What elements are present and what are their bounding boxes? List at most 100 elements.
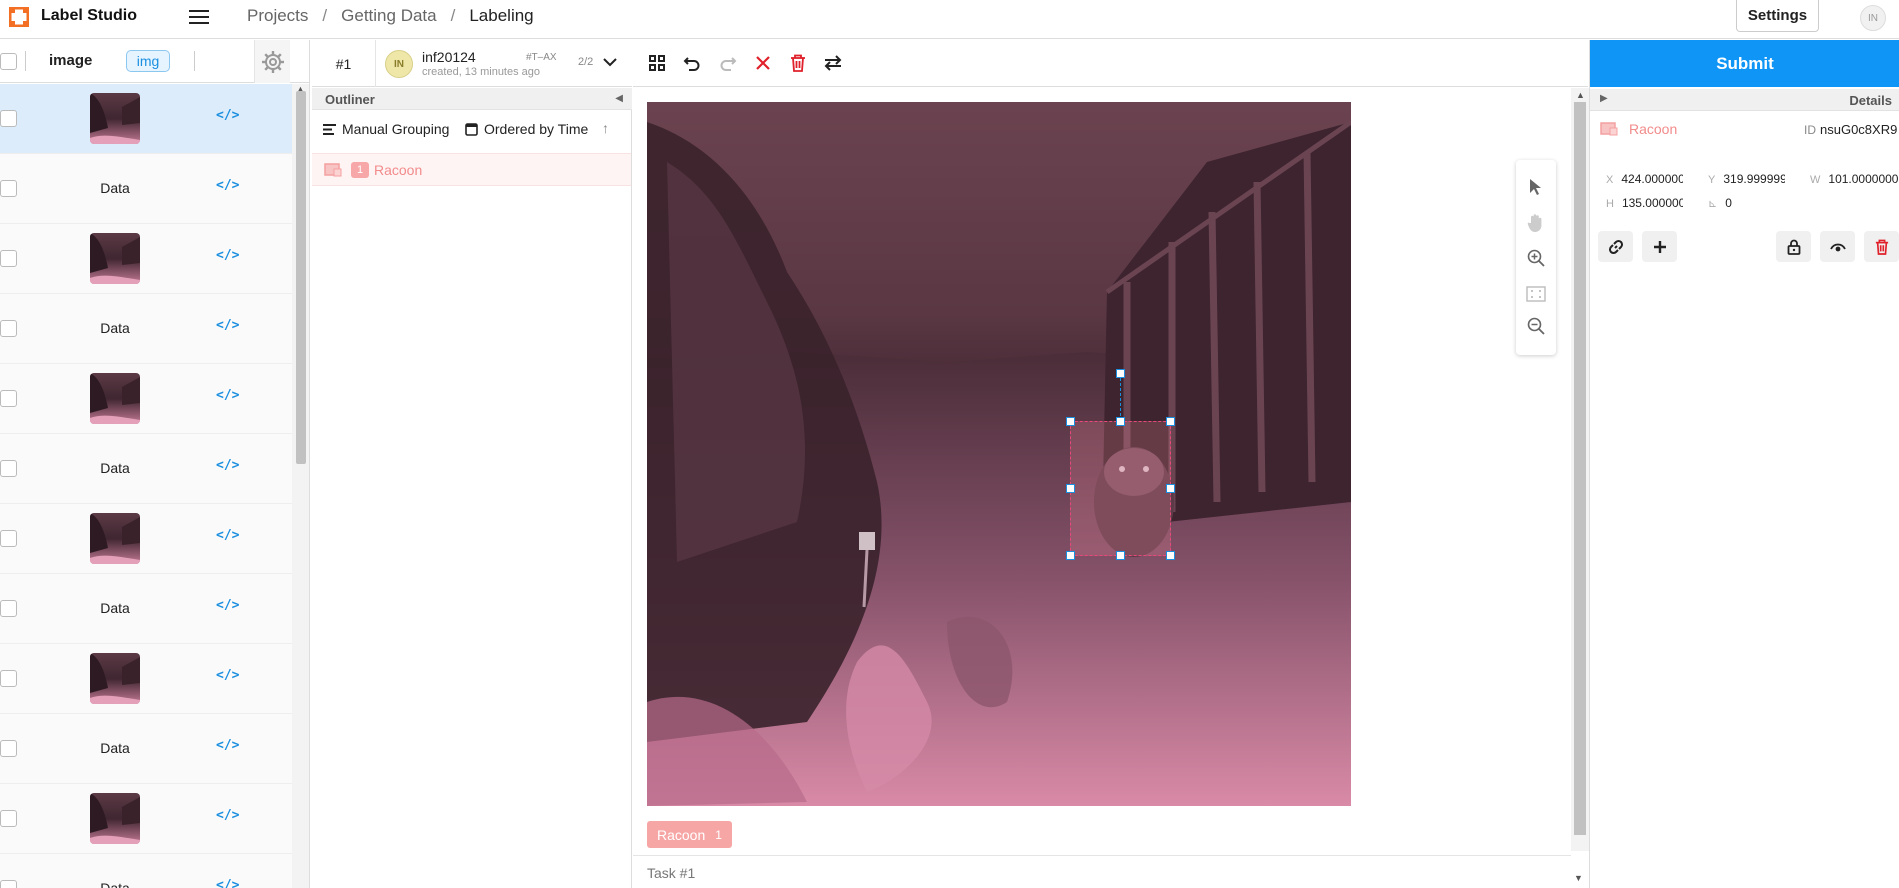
row-checkbox[interactable] [0, 740, 17, 757]
outliner-region-item[interactable]: 1 Racoon [312, 153, 631, 186]
row-checkbox[interactable] [0, 530, 17, 547]
column-settings-button[interactable] [254, 40, 290, 83]
ordering-label: Ordered by Time [484, 121, 589, 137]
label-studio-logo-icon[interactable] [9, 7, 29, 27]
scrollbar-thumb[interactable] [296, 91, 306, 464]
redo-icon[interactable] [717, 52, 739, 74]
racoon-bounding-box[interactable] [1070, 421, 1171, 556]
table-row[interactable]: </> [0, 784, 292, 854]
row-checkbox[interactable] [0, 250, 17, 267]
table-row[interactable]: Data </> [0, 154, 292, 224]
expand-icon[interactable]: ▶ [1600, 93, 1608, 104]
zoom-in-icon[interactable] [1526, 248, 1546, 268]
annotator-avatar: IN [385, 50, 413, 78]
coord-angle[interactable]: ⊾ 0 [1708, 196, 1785, 210]
table-row[interactable]: Data </> [0, 294, 292, 364]
row-checkbox[interactable] [0, 320, 17, 337]
coord-x-label: X [1606, 174, 1614, 186]
code-icon[interactable]: </> [216, 388, 239, 403]
code-icon[interactable]: </> [216, 178, 239, 193]
resize-handle[interactable] [1116, 551, 1125, 560]
resize-handle[interactable] [1166, 551, 1175, 560]
select-all-checkbox[interactable] [0, 53, 17, 70]
zoom-out-icon[interactable] [1526, 316, 1546, 336]
resize-handle[interactable] [1066, 551, 1075, 560]
swap-icon[interactable] [822, 52, 844, 74]
row-checkbox[interactable] [0, 670, 17, 687]
region-id: ID nsuG0c8XR9 [1804, 122, 1897, 137]
submit-button[interactable]: Submit [1590, 40, 1899, 87]
code-icon[interactable]: </> [216, 738, 239, 753]
table-row[interactable]: </> [0, 224, 292, 294]
code-icon[interactable]: </> [216, 248, 239, 263]
scrollbar-thumb[interactable] [1574, 102, 1586, 835]
app-title[interactable]: Label Studio [41, 7, 137, 25]
column-header-image[interactable]: image [49, 52, 92, 69]
coord-w[interactable]: W 101.000000000 [1810, 172, 1899, 186]
coord-h[interactable]: H 135.000000000 [1606, 196, 1683, 210]
lock-region-button[interactable] [1776, 231, 1811, 262]
table-row[interactable]: </> [0, 504, 292, 574]
table-row[interactable]: </> [0, 364, 292, 434]
row-checkbox[interactable] [0, 600, 17, 617]
task-label: Task #1 [647, 865, 696, 881]
resize-handle[interactable] [1166, 417, 1175, 426]
undo-icon[interactable] [681, 52, 703, 74]
code-icon[interactable]: </> [216, 598, 239, 613]
scroll-up-icon[interactable]: ▲ [1576, 90, 1585, 100]
breadcrumb-getting-data[interactable]: Getting Data [341, 6, 436, 26]
code-icon[interactable]: </> [216, 808, 239, 823]
zoom-to-fit-icon[interactable] [1526, 284, 1546, 304]
resize-handle[interactable] [1166, 484, 1175, 493]
table-row[interactable]: Data </> [0, 434, 292, 504]
breadcrumb-projects[interactable]: Projects [247, 6, 308, 26]
grid-icon[interactable] [646, 52, 668, 74]
table-row[interactable]: Data </> [0, 574, 292, 644]
code-icon[interactable]: </> [216, 878, 239, 888]
collapse-icon[interactable]: ◀ [615, 93, 623, 104]
resize-handle[interactable] [1116, 417, 1125, 426]
link-region-button[interactable] [1598, 231, 1633, 262]
sort-direction-icon[interactable]: ↑ [602, 120, 609, 136]
code-icon[interactable]: </> [216, 528, 239, 543]
canvas-scrollbar[interactable]: ▲ [1571, 88, 1589, 851]
row-checkbox[interactable] [0, 110, 17, 127]
hide-region-button[interactable] [1820, 231, 1855, 262]
scroll-down-icon[interactable]: ▼ [1574, 873, 1583, 883]
table-row[interactable]: </> [0, 84, 292, 154]
hand-icon[interactable] [1526, 213, 1546, 233]
delete-icon[interactable] [787, 52, 809, 74]
rotation-handle[interactable] [1116, 369, 1125, 378]
resize-handle[interactable] [1066, 417, 1075, 426]
racoon-label-chip[interactable]: Racoon 1 [647, 821, 732, 848]
coord-x[interactable]: X 424.000000000 [1606, 172, 1683, 186]
user-avatar[interactable]: IN [1860, 5, 1886, 31]
coord-y[interactable]: Y 319.999999999 [1708, 172, 1785, 186]
breadcrumb-separator: / [322, 6, 328, 25]
table-row[interactable]: Data </> [0, 854, 292, 888]
resize-handle[interactable] [1066, 484, 1075, 493]
task-image[interactable] [647, 102, 1351, 806]
data-list-scrollbar[interactable]: ▲ ▼ [292, 84, 309, 888]
row-checkbox[interactable] [0, 460, 17, 477]
row-checkbox[interactable] [0, 390, 17, 407]
code-icon[interactable]: </> [216, 458, 239, 473]
grouping-dropdown[interactable]: Manual Grouping [323, 121, 449, 137]
reset-icon[interactable] [752, 52, 774, 74]
row-checkbox[interactable] [0, 810, 17, 827]
add-meta-button[interactable] [1642, 231, 1677, 262]
code-icon[interactable]: </> [216, 318, 239, 333]
row-checkbox[interactable] [0, 880, 17, 888]
code-icon[interactable]: </> [216, 668, 239, 683]
delete-region-button[interactable] [1864, 231, 1899, 262]
menu-icon[interactable] [188, 8, 210, 26]
details-title-bar[interactable]: ▶ Details [1590, 89, 1899, 111]
table-row[interactable]: </> [0, 644, 292, 714]
row-checkbox[interactable] [0, 180, 17, 197]
ordering-dropdown[interactable]: Ordered by Time [465, 121, 588, 137]
table-row[interactable]: Data </> [0, 714, 292, 784]
settings-button[interactable]: Settings [1736, 0, 1819, 32]
code-icon[interactable]: </> [216, 108, 239, 123]
chevron-down-icon[interactable] [602, 54, 618, 70]
pointer-icon[interactable] [1526, 177, 1546, 197]
